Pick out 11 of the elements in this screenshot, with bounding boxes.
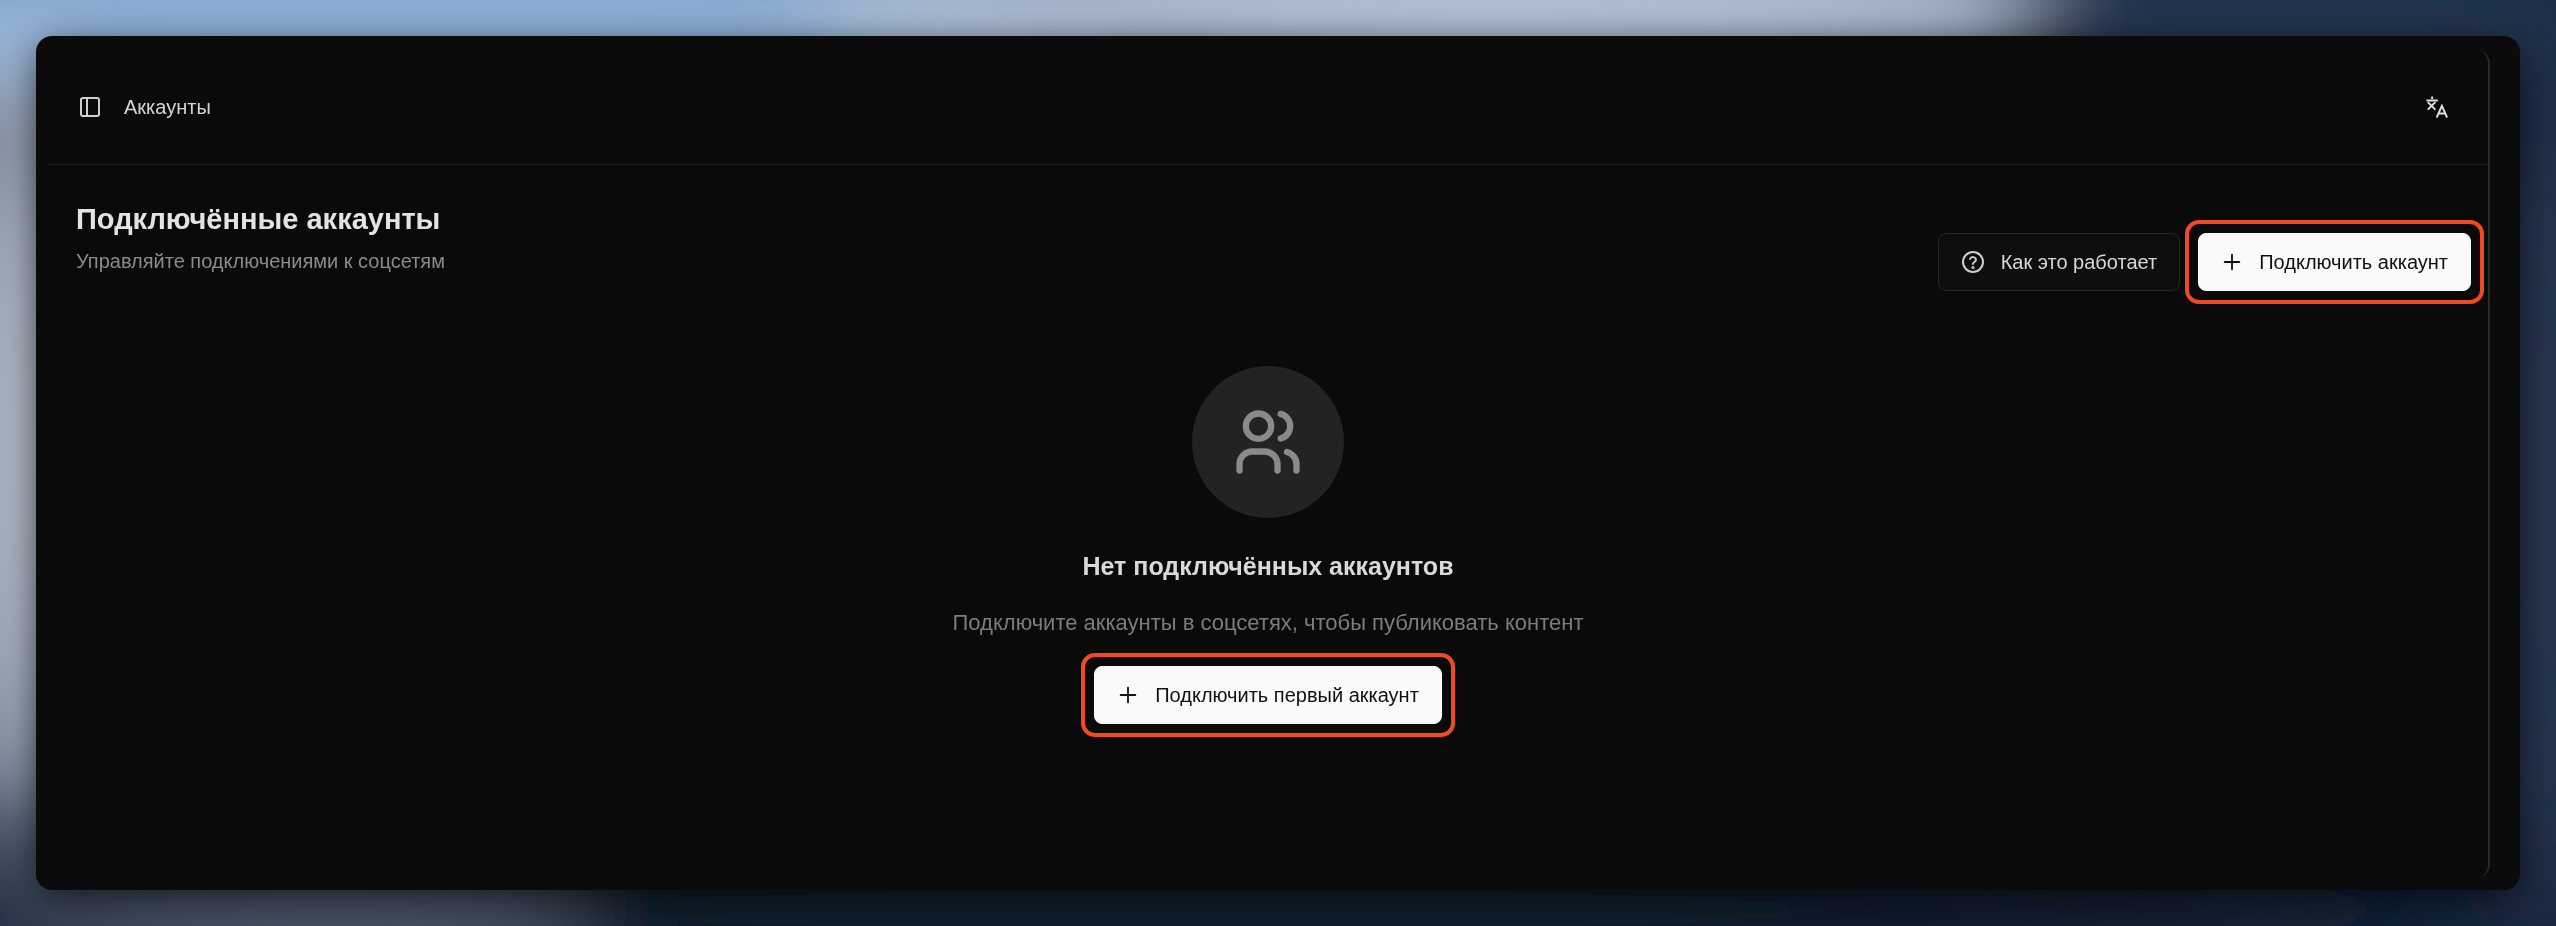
- connect-first-account-button[interactable]: Подключить первый аккаунт: [1094, 666, 1442, 724]
- header-title: Аккаунты: [124, 95, 212, 119]
- help-icon: [1960, 250, 1985, 274]
- empty-title: Нет подключённых аккаунтов: [1082, 552, 1454, 581]
- help-button[interactable]: Как это работает: [1937, 233, 2181, 291]
- page-subtitle: Управляйте подключениями к соцсетям: [76, 250, 445, 273]
- translate-icon[interactable]: [2424, 94, 2450, 120]
- connect-account-button[interactable]: Подключить аккаунт: [2198, 233, 2471, 291]
- page-title: Подключённые аккаунты: [76, 203, 442, 236]
- sidebar-toggle-icon[interactable]: [78, 95, 102, 119]
- empty-text: Подключите аккаунты в соцсетях, чтобы публиковать контент: [952, 610, 1584, 636]
